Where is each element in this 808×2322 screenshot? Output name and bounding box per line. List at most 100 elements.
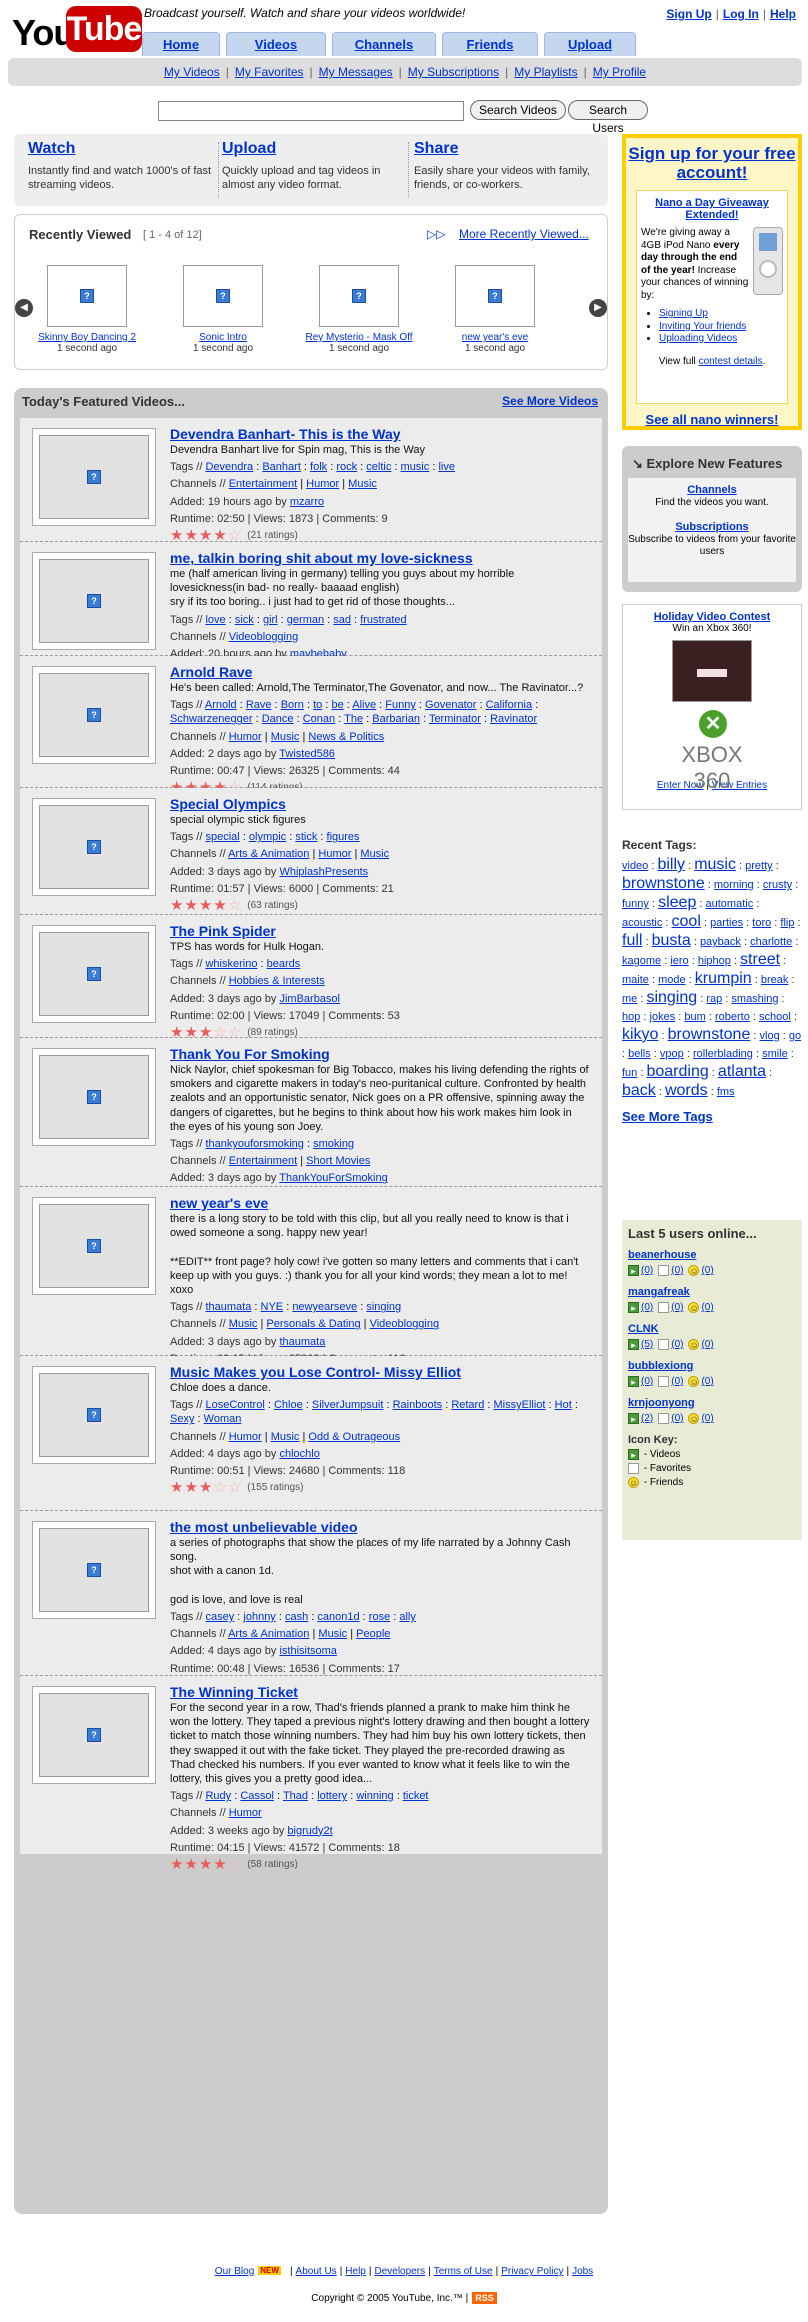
star-icon[interactable]: ☆	[228, 1857, 241, 1872]
channel-link[interactable]: Entertainment	[229, 478, 297, 490]
tag-link[interactable]: Woman	[204, 1413, 242, 1425]
tag-link[interactable]: brownstone	[622, 875, 705, 892]
channel-link[interactable]: Arts & Animation	[228, 848, 309, 860]
tab-channels[interactable]: Channels	[332, 32, 436, 56]
uploader-link[interactable]: isthisitsoma	[279, 1645, 336, 1657]
tag-link[interactable]: school	[759, 1011, 791, 1023]
tag-link[interactable]: ally	[399, 1611, 416, 1623]
channel-link[interactable]: Videoblogging	[370, 1318, 440, 1330]
favorite-count-link[interactable]: (0)	[671, 1302, 683, 1313]
channel-link[interactable]: Music	[318, 1628, 347, 1640]
tag-link[interactable]: me	[622, 993, 637, 1005]
tag-link[interactable]: flip	[780, 917, 794, 929]
tag-link[interactable]: Thad	[283, 1790, 308, 1802]
footer-link-developers[interactable]: Developers	[374, 2266, 425, 2277]
tag-link[interactable]: maite	[622, 974, 649, 986]
video-thumbnail[interactable]: ?	[32, 666, 156, 764]
tag-link[interactable]: atlanta	[718, 1063, 766, 1080]
tag-link[interactable]: automatic	[706, 898, 754, 910]
nano-uploading-videos-link[interactable]: Uploading Videos	[659, 333, 737, 344]
tag-link[interactable]: winning	[356, 1790, 393, 1802]
tag-link[interactable]: charlotte	[750, 936, 792, 948]
channel-link[interactable]: Music	[229, 1318, 258, 1330]
tag-link[interactable]: Born	[281, 699, 304, 711]
nano-giveaway-title[interactable]: Nano a Day Giveaway Extended!	[641, 197, 783, 221]
tag-link[interactable]: fun	[622, 1067, 637, 1079]
scroll-right-icon[interactable]: ▶	[589, 299, 607, 317]
star-icon[interactable]: ★	[213, 528, 226, 543]
video-count-link[interactable]: (0)	[641, 1265, 653, 1276]
tag-link[interactable]: Rudy	[205, 1790, 231, 1802]
video-title-link[interactable]: me, talkin boring shit about my love-sic…	[170, 550, 590, 566]
tag-link[interactable]: newyearseve	[292, 1301, 357, 1313]
star-icon[interactable]: ☆	[228, 1480, 241, 1495]
star-icon[interactable]: ☆	[228, 528, 241, 543]
tag-link[interactable]: cash	[285, 1611, 308, 1623]
more-recently-viewed-link[interactable]: More Recently Viewed...	[459, 227, 589, 241]
tag-link[interactable]: street	[740, 951, 780, 968]
star-icon[interactable]: ★	[170, 528, 183, 543]
tag-link[interactable]: busta	[652, 932, 691, 949]
signup-title-link[interactable]: Sign up for your free account!	[626, 138, 798, 182]
tag-link[interactable]: thaumata	[205, 1301, 251, 1313]
tag-link[interactable]: jokes	[650, 1011, 676, 1023]
channel-link[interactable]: Music	[348, 478, 377, 490]
video-thumbnail[interactable]: ?	[32, 1521, 156, 1619]
tag-link[interactable]: celtic	[366, 461, 391, 473]
channel-link[interactable]: Personals & Dating	[266, 1318, 360, 1330]
channel-link[interactable]: Music	[271, 1431, 300, 1443]
tag-link[interactable]: SilverJumpsuit	[312, 1399, 384, 1411]
tag-link[interactable]: lottery	[317, 1790, 347, 1802]
tag-link[interactable]: Dance	[262, 713, 294, 725]
tag-link[interactable]: sad	[333, 614, 351, 626]
tag-link[interactable]: hiphop	[698, 955, 731, 967]
tag-link[interactable]: Funny	[385, 699, 416, 711]
channel-link[interactable]: Humor	[318, 848, 351, 860]
recent-video-title-link[interactable]: new year's eve	[437, 332, 553, 343]
video-thumbnail[interactable]: ?	[32, 925, 156, 1023]
tag-link[interactable]: sick	[235, 614, 254, 626]
help-link[interactable]: Help	[770, 7, 796, 21]
tag-link[interactable]: back	[622, 1082, 656, 1099]
channel-link[interactable]: Humor	[229, 731, 262, 743]
tag-link[interactable]: rock	[336, 461, 357, 473]
tag-link[interactable]: folk	[310, 461, 327, 473]
tag-link[interactable]: rose	[369, 1611, 390, 1623]
uploader-link[interactable]: bigrudy2t	[287, 1825, 332, 1837]
tag-link[interactable]: thankyouforsmoking	[205, 1138, 303, 1150]
tag-link[interactable]: music	[401, 461, 430, 473]
uploader-link[interactable]: thaumata	[279, 1336, 325, 1348]
tag-link[interactable]: brownstone	[668, 1026, 751, 1043]
video-thumbnail[interactable]: ?	[32, 428, 156, 526]
tag-link[interactable]: special	[205, 831, 239, 843]
tab-upload[interactable]: Upload	[544, 32, 636, 56]
star-icon[interactable]: ★	[213, 898, 226, 913]
tag-link[interactable]: singing	[646, 989, 697, 1006]
tag-link[interactable]: casey	[205, 1611, 234, 1623]
tag-link[interactable]: canon1d	[317, 1611, 359, 1623]
tag-link[interactable]: figures	[327, 831, 360, 843]
recent-video-title-link[interactable]: Rey Mysterio - Mask Off	[301, 332, 417, 343]
star-icon[interactable]: ★	[170, 1480, 183, 1495]
friend-count-link[interactable]: (0)	[701, 1413, 713, 1424]
holiday-contest-title[interactable]: Holiday Video Contest	[623, 611, 801, 623]
channel-link[interactable]: Music	[360, 848, 389, 860]
tag-link[interactable]: Chloe	[274, 1399, 303, 1411]
video-thumbnail[interactable]: ?	[32, 1366, 156, 1464]
tag-link[interactable]: kagome	[622, 955, 661, 967]
uploader-link[interactable]: mzarro	[290, 496, 324, 508]
video-title-link[interactable]: Thank You For Smoking	[170, 1046, 590, 1062]
tag-link[interactable]: to	[313, 699, 322, 711]
holiday-contest-image[interactable]	[672, 640, 752, 702]
tag-link[interactable]: beards	[267, 958, 301, 970]
tag-link[interactable]: olympic	[249, 831, 286, 843]
tag-link[interactable]: words	[665, 1082, 708, 1099]
tag-link[interactable]: Barbarian	[372, 713, 420, 725]
search-input[interactable]	[158, 101, 464, 121]
tag-link[interactable]: roberto	[715, 1011, 750, 1023]
video-title-link[interactable]: new year's eve	[170, 1195, 590, 1211]
tag-link[interactable]: singing	[366, 1301, 401, 1313]
favorite-count-link[interactable]: (0)	[671, 1339, 683, 1350]
video-title-link[interactable]: The Pink Spider	[170, 923, 590, 939]
star-icon[interactable]: ★	[184, 1480, 197, 1495]
